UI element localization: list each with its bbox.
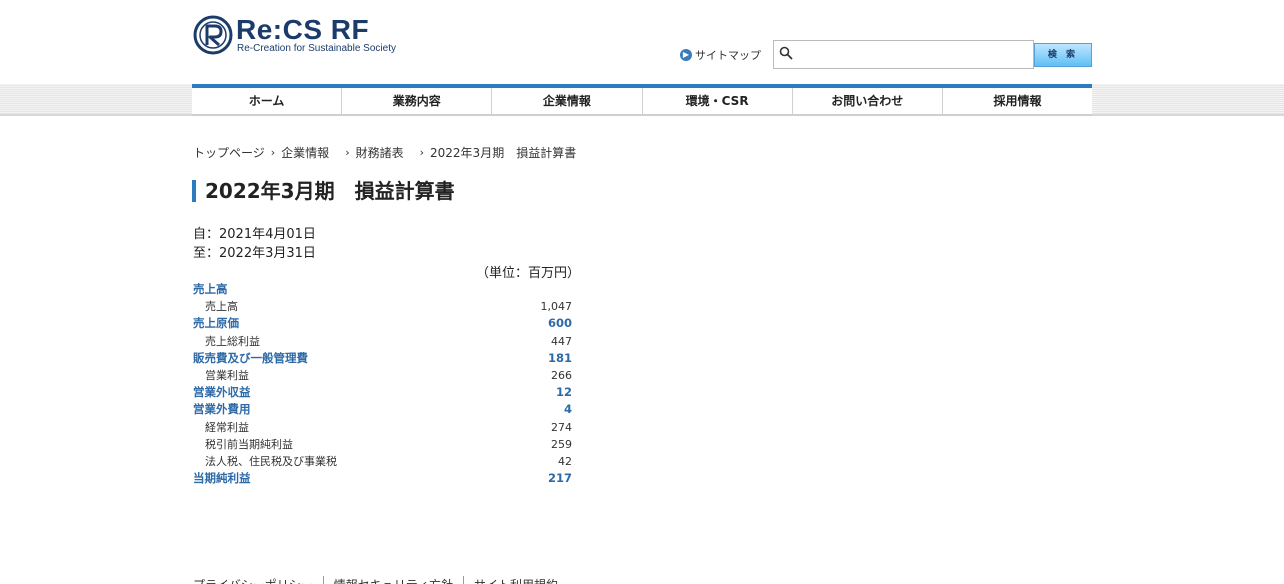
site-header: Re:CS RF Re-Creation for Sustainable Soc… — [0, 0, 1284, 84]
row-label: 経常利益 — [205, 420, 249, 434]
row-value: 266 — [551, 368, 572, 382]
statement-row: 税引前当期純利益 259 — [193, 436, 572, 453]
statement-row: 法人税、住民税及び事業税 42 — [193, 453, 572, 470]
nav-item-csr[interactable]: 環境・CSR — [643, 88, 793, 114]
footer-link-security[interactable]: 情報セキュリティ方針 — [322, 576, 463, 584]
row-label: 売上原価 — [193, 316, 239, 331]
site-logo[interactable]: Re:CS RF Re-Creation for Sustainable Soc… — [193, 14, 396, 57]
row-value: 600 — [547, 316, 572, 331]
row-value: 274 — [551, 420, 572, 434]
nav-item-recruit[interactable]: 採用情報 — [943, 88, 1092, 114]
global-nav: ホーム 業務内容 企業情報 環境・CSR お問い合わせ 採用情報 — [192, 84, 1092, 116]
row-value: 217 — [547, 471, 572, 486]
row-label: 売上高 — [193, 282, 228, 296]
statement-row: 売上総利益 447 — [193, 333, 572, 350]
row-value: 259 — [551, 437, 572, 451]
chevron-right-icon: › — [345, 145, 350, 159]
page-title: 2022年3月期 損益計算書 — [192, 180, 455, 202]
unit-label: （単位：百万円） — [476, 266, 581, 281]
footer-link-privacy[interactable]: プライバシーポリシー — [193, 576, 323, 584]
row-label: 売上総利益 — [205, 334, 260, 348]
nav-item-home[interactable]: ホーム — [192, 88, 343, 114]
row-label: 売上高 — [205, 300, 238, 314]
statement-row: 営業利益 266 — [193, 367, 572, 384]
breadcrumb-item-current: 2022年3月期 損益計算書 — [430, 145, 577, 160]
breadcrumb: トップページ › 企業情報 › 財務諸表 › 2022年3月期 損益計算書 — [193, 144, 576, 160]
nav-item-contact[interactable]: お問い合わせ — [793, 88, 943, 114]
sitemap-label: サイトマップ — [695, 49, 761, 62]
period-to: 至：2022年3月31日 — [193, 246, 316, 261]
row-label: 当期純利益 — [193, 471, 251, 486]
search-box — [773, 40, 1034, 69]
row-value: 1,047 — [540, 300, 573, 314]
statement-row: 販売費及び一般管理費 181 — [193, 350, 572, 367]
breadcrumb-item-financials[interactable]: 財務諸表 — [356, 144, 404, 161]
row-value: 12 — [555, 385, 572, 400]
row-value: 4 — [563, 402, 572, 417]
logo-mark-icon — [193, 15, 233, 55]
row-label: 法人税、住民税及び事業税 — [205, 454, 337, 468]
statement-row: 当期純利益 217 — [193, 470, 572, 487]
arrow-right-icon: ▶ — [680, 49, 692, 61]
row-label: 営業外収益 — [193, 385, 251, 400]
row-value: 42 — [558, 454, 572, 468]
row-label: 営業外費用 — [193, 402, 251, 417]
statement-row: 売上高 — [193, 281, 572, 298]
footer-link-terms[interactable]: サイト利用規約 — [463, 576, 568, 584]
breadcrumb-item-company[interactable]: 企業情報 — [281, 144, 329, 161]
row-value: 181 — [547, 350, 572, 365]
statement-row: 売上高 1,047 — [193, 298, 572, 315]
statement-row: 経常利益 274 — [193, 419, 572, 436]
chevron-right-icon: › — [419, 145, 425, 159]
statement-row: 営業外費用 4 — [193, 401, 572, 418]
search-button[interactable]: 検 索 — [1034, 43, 1092, 67]
row-label: 販売費及び一般管理費 — [193, 350, 308, 365]
logo-tagline: Re-Creation for Sustainable Society — [237, 43, 396, 54]
nav-item-services[interactable]: 業務内容 — [342, 88, 493, 114]
row-label: 税引前当期純利益 — [205, 437, 293, 451]
row-label: 営業利益 — [205, 368, 249, 382]
row-value: 447 — [551, 334, 572, 348]
period-from: 自：2021年4月01日 — [193, 227, 316, 242]
chevron-right-icon: › — [270, 145, 276, 159]
sitemap-link[interactable]: ▶ サイトマップ — [680, 47, 761, 63]
footer-links: プライバシーポリシー 情報セキュリティ方針 サイト利用規約 — [193, 576, 568, 584]
income-statement: 売上高 売上高 1,047 売上原価 600 売上総利益 447 販売費及び一般… — [193, 281, 572, 487]
nav-item-company[interactable]: 企業情報 — [492, 88, 643, 114]
statement-row: 売上原価 600 — [193, 315, 572, 332]
search-input[interactable] — [798, 43, 1030, 66]
breadcrumb-item-top[interactable]: トップページ — [193, 144, 265, 161]
search-icon — [779, 46, 793, 60]
logo-wordmark: Re:CS RF — [236, 14, 370, 45]
statement-row: 営業外収益 12 — [193, 384, 572, 401]
